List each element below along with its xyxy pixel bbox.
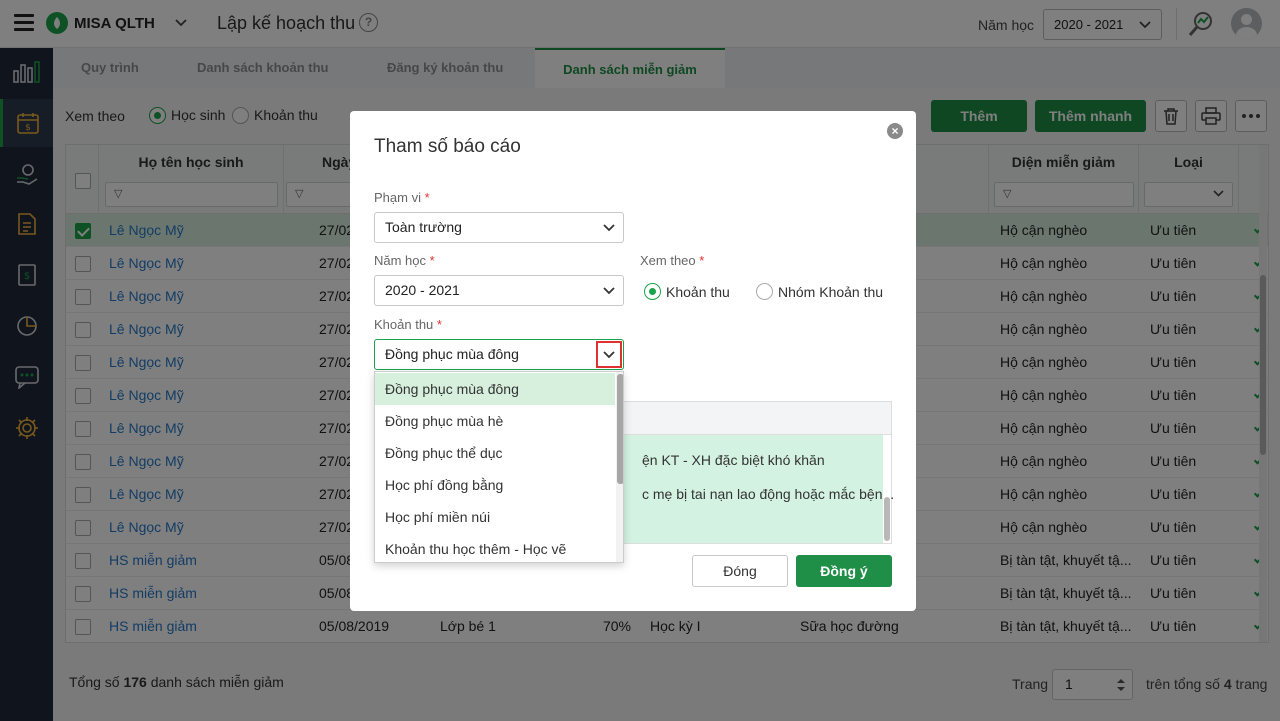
item-dropdown-list: Đồng phục mùa đông Đồng phục mùa hè Đồng… (374, 371, 624, 563)
dropdown-option[interactable]: Học phí đồng bằng (375, 469, 615, 501)
dropdown-scrollbar[interactable] (616, 372, 623, 562)
view-by-label: Xem theo * (640, 253, 705, 268)
dropdown-option[interactable]: Khoản thu học thêm - Học vẽ (375, 533, 615, 562)
close-button[interactable]: Đóng (692, 555, 788, 587)
radio-view-khoan-thu[interactable] (644, 283, 661, 300)
dialog-title: Tham số báo cáo (374, 136, 521, 157)
panel-scrollbar[interactable] (883, 435, 891, 543)
close-icon[interactable]: × (887, 123, 903, 139)
scope-select[interactable]: Toàn trường (374, 212, 624, 243)
year-select[interactable]: 2020 - 2021 (374, 275, 624, 306)
chevron-down-icon (603, 276, 615, 305)
chevron-down-icon (603, 213, 615, 242)
year-label: Năm học * (374, 253, 435, 268)
dropdown-option[interactable]: Học phí miền núi (375, 501, 615, 533)
item-dropdown-button[interactable] (596, 341, 622, 368)
item-label: Khoản thu * (374, 317, 442, 332)
dropdown-option[interactable]: Đồng phục thể dục (375, 437, 615, 469)
scope-label: Phạm vi * (374, 190, 430, 205)
confirm-button[interactable]: Đồng ý (796, 555, 892, 587)
chevron-down-icon (603, 350, 615, 358)
radio-view-khoan-thu-label: Khoản thu (666, 284, 730, 300)
panel-line-2: c mẹ bị tai nạn lao động hoặc mắc bện... (642, 486, 895, 502)
dropdown-option[interactable]: Đồng phục mùa đông (375, 373, 615, 405)
item-select[interactable]: Đồng phục mùa đông (374, 339, 624, 370)
dropdown-option[interactable]: Đồng phục mùa hè (375, 405, 615, 437)
radio-view-nhom-khoan-thu[interactable] (756, 283, 773, 300)
radio-view-nhom-khoan-thu-label: Nhóm Khoản thu (778, 284, 884, 300)
panel-line-1: ện KT - XH đặc biệt khó khăn (642, 452, 825, 468)
